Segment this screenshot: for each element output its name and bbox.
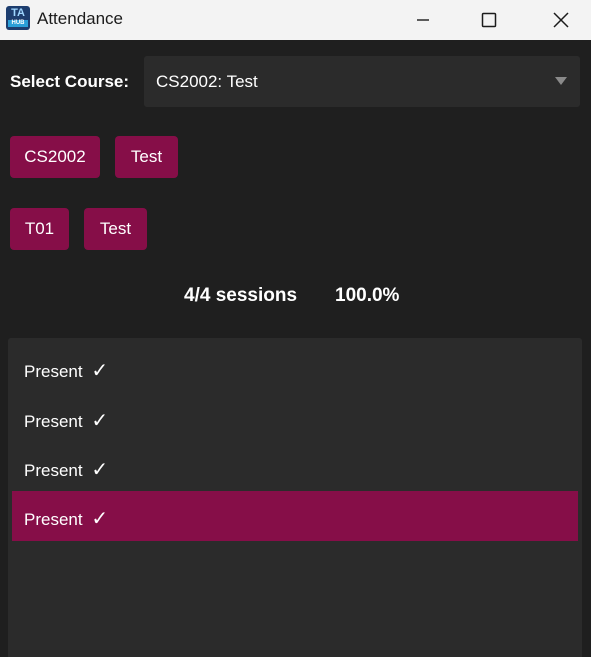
attendance-row[interactable]: Present ✓ xyxy=(12,343,578,393)
attendance-row[interactable]: Present ✓ xyxy=(12,442,578,492)
course-dropdown[interactable]: CS2002: Test xyxy=(144,56,580,107)
title-bar: TA HUB Attendance xyxy=(0,0,591,40)
app-icon: TA HUB xyxy=(6,6,30,30)
select-course-label: Select Course: xyxy=(10,72,130,91)
group-code-chip[interactable]: T01 xyxy=(10,208,69,250)
app-icon-text: TA xyxy=(11,7,25,19)
check-icon: ✓ xyxy=(91,410,109,432)
sessions-count: 4/4 sessions xyxy=(184,285,298,306)
close-button[interactable] xyxy=(538,0,584,40)
attendance-row[interactable]: Present ✓ xyxy=(12,393,578,443)
check-icon: ✓ xyxy=(91,360,109,382)
check-icon: ✓ xyxy=(91,508,109,530)
attendance-status: Present xyxy=(24,412,83,431)
maximize-icon xyxy=(481,12,497,28)
window-title: Attendance xyxy=(37,9,124,28)
course-code-chip[interactable]: CS2002 xyxy=(10,136,100,178)
attendance-percent: 100.0% xyxy=(335,285,400,306)
app-icon-subtext: HUB xyxy=(8,20,28,27)
attendance-row-selected[interactable]: Present ✓ xyxy=(12,491,578,541)
attendance-list[interactable]: Present ✓ Present ✓ Present ✓ Present ✓ xyxy=(8,338,582,657)
course-dropdown-value: CS2002: Test xyxy=(156,72,258,91)
course-name-chip[interactable]: Test xyxy=(115,136,178,178)
chevron-down-icon xyxy=(555,77,567,85)
close-icon xyxy=(553,12,569,28)
attendance-status: Present xyxy=(24,362,83,381)
minimize-button[interactable] xyxy=(400,0,446,40)
group-name-chip[interactable]: Test xyxy=(84,208,147,250)
minimize-icon xyxy=(417,19,429,21)
attendance-status: Present xyxy=(24,510,83,529)
check-icon: ✓ xyxy=(91,459,109,481)
maximize-button[interactable] xyxy=(466,0,512,40)
attendance-status: Present xyxy=(24,461,83,480)
